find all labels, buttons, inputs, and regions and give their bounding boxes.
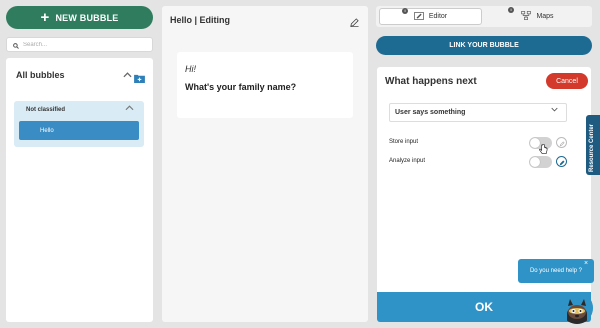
toggle-knob — [530, 157, 540, 167]
resource-center-tab[interactable]: Resource Center — [586, 115, 600, 175]
tab-editor[interactable]: i Editor — [379, 8, 482, 25]
tab-maps[interactable]: i Maps — [486, 7, 589, 25]
help-text: Do you need help ? — [529, 268, 583, 274]
pencil-icon[interactable] — [350, 14, 359, 32]
ok-button[interactable]: OK — [377, 292, 591, 322]
search-icon — [13, 36, 19, 54]
tab-label: Maps — [536, 13, 554, 20]
message-card[interactable]: Hi! What's your family name? — [177, 52, 353, 118]
page-title: Hello | Editing — [170, 15, 231, 25]
help-bubble[interactable]: Do you need help ? — [518, 259, 594, 283]
bubble-list-panel: All bubbles Not classified Hello — [6, 58, 153, 322]
chat-bot-avatar[interactable] — [561, 292, 593, 324]
select-value: User says something — [395, 109, 466, 116]
info-badge: i — [508, 7, 514, 13]
search-input[interactable] — [23, 41, 143, 48]
plus-icon: + — [40, 8, 50, 26]
list-item[interactable]: Hello — [19, 121, 139, 140]
store-input-edit-button[interactable] — [556, 137, 567, 148]
add-folder-icon[interactable] — [134, 70, 145, 88]
editor-icon — [414, 11, 424, 22]
message-question: What's your family name? — [185, 82, 297, 92]
resource-center-label: Resource Center — [589, 123, 595, 172]
new-bubble-button[interactable]: + NEW BUBBLE — [6, 6, 153, 29]
all-bubbles-heading: All bubbles — [16, 70, 65, 80]
search-box[interactable] — [6, 37, 153, 52]
message-greeting: Hi! — [185, 64, 196, 74]
group-not-classified[interactable]: Not classified Hello — [14, 101, 144, 147]
group-label: Not classified — [26, 107, 66, 113]
chevron-up-icon[interactable] — [123, 70, 132, 80]
option-label-store-input: Store input — [389, 139, 419, 145]
chevron-up-icon[interactable] — [125, 104, 134, 113]
chevron-down-icon — [551, 107, 558, 114]
editor-panel: Hello | Editing Hi! What's your family n… — [162, 6, 368, 322]
analyze-input-edit-button[interactable] — [556, 156, 567, 167]
option-label-analyze-input: Analyze input — [389, 158, 426, 164]
pencil-icon — [559, 153, 565, 171]
view-tabs: i Editor i Maps — [376, 6, 592, 27]
analyze-input-toggle[interactable] — [529, 156, 552, 168]
cancel-button[interactable]: Cancel — [546, 73, 588, 89]
section-title: What happens next — [385, 76, 477, 87]
info-badge: i — [402, 8, 408, 14]
map-icon — [521, 11, 532, 22]
tab-label: Editor — [428, 13, 448, 20]
close-icon[interactable]: × — [584, 260, 588, 267]
link-bubble-button[interactable]: LINK YOUR BUBBLE — [376, 36, 592, 55]
new-bubble-label: NEW BUBBLE — [55, 12, 119, 23]
trigger-select[interactable]: User says something — [389, 103, 567, 122]
pencil-icon — [559, 134, 565, 152]
